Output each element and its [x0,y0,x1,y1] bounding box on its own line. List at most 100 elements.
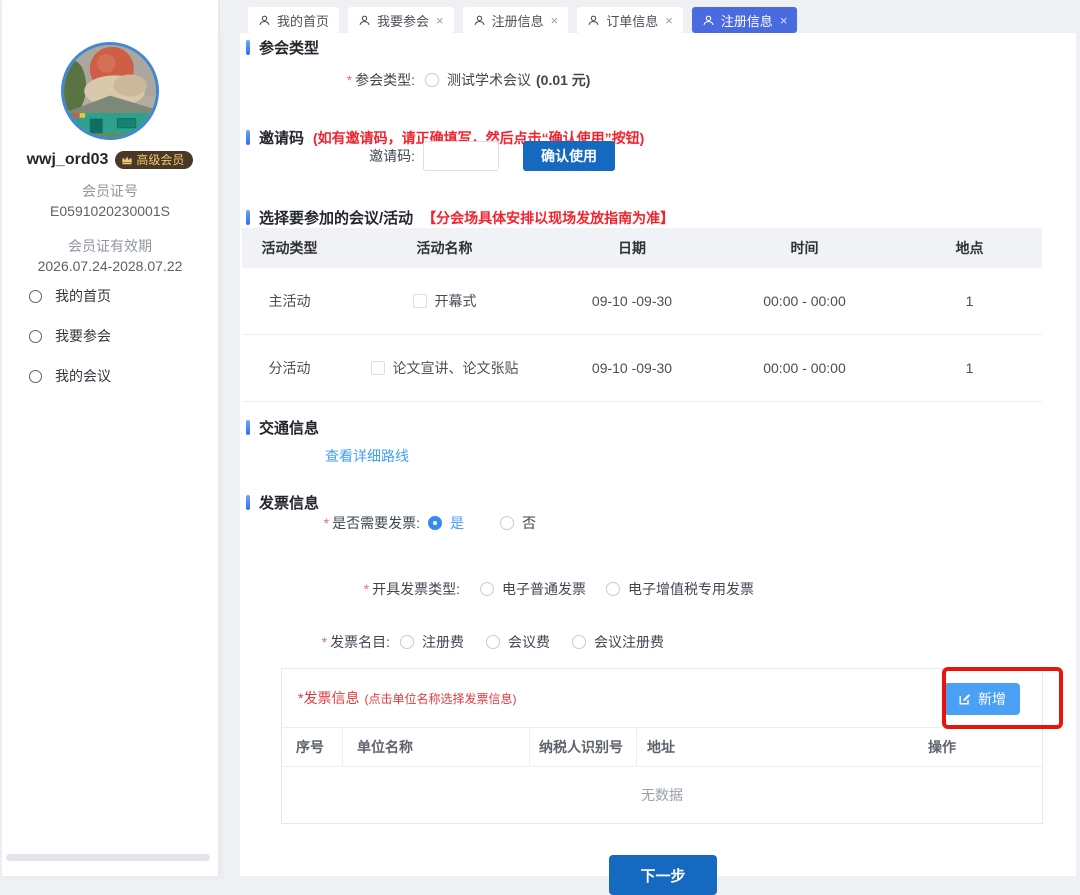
radio-unchecked-icon[interactable] [480,582,494,596]
sidebar-item-label: 我的首页 [55,286,111,306]
tab-label: 注册信息 [721,11,773,30]
person-icon [258,14,271,27]
invoice-name-option-conference-registration-fee[interactable]: 会议注册费 [572,632,664,652]
section-title: 交通信息 [259,417,319,438]
radio-checked-icon[interactable] [428,516,442,530]
table-row: 主活动 开幕式 09-10 -09-30 00:00 - 00:00 1 [242,268,1042,335]
invoice-type-label: 开具发票类型: [372,579,460,599]
invoice-name-row: * 发票名目: 注册费 会议费 会议注册费 [240,632,664,652]
circle-icon [29,290,42,303]
invoice-need-yes-option[interactable]: 是 [428,513,464,533]
cert-validity-label: 会员证有效期 [2,236,218,256]
section-title: 选择要参加的会议/活动 [259,207,413,228]
next-step-button[interactable]: 下一步 [609,855,717,895]
tab-close-icon[interactable]: × [436,13,444,28]
invoice-panel-note: (点击单位名称选择发票信息) [364,690,516,707]
option-label: 否 [522,513,536,533]
section-accent-bar [246,40,250,55]
sidebar-item-label: 我要参会 [55,326,111,346]
activity-name-cell: 开幕式 [337,291,552,311]
add-invoice-button[interactable]: 新增 [944,683,1020,715]
attend-type-option[interactable]: 测试学术会议 (0.01 元) [425,70,590,90]
person-icon [702,14,715,27]
section-accent-bar [246,420,250,435]
sidebar-item-join-conference[interactable]: 我要参会 [2,316,218,356]
option-label: 会议费 [508,632,550,652]
section-title: 发票信息 [259,492,319,513]
invoice-panel-label: 发票信息 [303,688,359,708]
col-header-date: 日期 [552,238,712,258]
invoice-table-header: 序号 单位名称 纳税人识别号 地址 操作 [282,728,1042,767]
cert-number-label: 会员证号 [2,181,218,201]
radio-unchecked-icon[interactable] [486,635,500,649]
section-attend-type: 参会类型 [246,37,319,58]
main-panel: 参会类型 * 参会类型: 测试学术会议 (0.01 元) 邀请码 (如有邀请码，… [240,33,1076,876]
sidebar-menu: 我的首页 我要参会 我的会议 [2,276,218,396]
tab-registration-info-2-active[interactable]: 注册信息 × [692,7,798,33]
tab-order-info[interactable]: 订单信息 × [577,7,683,33]
invite-code-label: 邀请码: [369,146,415,166]
col-header-activity-type: 活动类型 [242,238,337,258]
confirm-use-button[interactable]: 确认使用 [523,141,615,171]
tab-label: 我的首页 [277,11,329,30]
checkbox-unchecked-icon[interactable] [371,361,385,375]
invoice-name-label: 发票名目: [330,632,390,652]
attend-type-label: 参会类型: [355,70,415,90]
required-mark: * [364,581,369,597]
radio-unchecked-icon[interactable] [500,516,514,530]
col-header-time: 时间 [712,238,897,258]
tab-join-conference[interactable]: 我要参会 × [348,7,454,33]
invoice-type-option-vat[interactable]: 电子增值税专用发票 [606,579,754,599]
invoice-type-option-normal[interactable]: 电子普通发票 [480,579,586,599]
col-header-actions: 操作 [842,728,1042,766]
option-label: 电子增值税专用发票 [628,579,754,599]
view-route-link[interactable]: 查看详细路线 [325,446,409,466]
invoice-need-label: 是否需要发票: [332,513,420,533]
invoice-need-no-option[interactable]: 否 [500,513,536,533]
radio-unchecked-icon[interactable] [400,635,414,649]
invoice-need-row: * 是否需要发票: 是 否 [240,513,536,533]
invoice-panel-header: * 发票信息 (点击单位名称选择发票信息) 新增 [282,669,1042,728]
option-label: 是 [450,513,464,533]
attend-type-option-label: 测试学术会议 [447,70,531,90]
circle-icon [29,370,42,383]
activity-time: 00:00 - 00:00 [712,360,897,376]
activities-table-header: 活动类型 活动名称 日期 时间 地点 [242,228,1042,268]
tab-close-icon[interactable]: × [551,13,559,28]
section-accent-bar [246,495,250,510]
crown-icon [121,155,133,165]
member-badge: 高级会员 [115,151,193,169]
member-badge-label: 高级会员 [136,154,184,166]
sidebar-scrollbar-thumb[interactable] [6,854,210,861]
tab-close-icon[interactable]: × [665,13,673,28]
col-header-activity-name: 活动名称 [337,238,552,258]
invite-code-input[interactable] [423,141,499,171]
sidebar-item-my-home[interactable]: 我的首页 [2,276,218,316]
tab-my-home[interactable]: 我的首页 [248,7,339,33]
section-title: 参会类型 [259,37,319,58]
radio-unchecked-icon[interactable] [425,73,439,87]
activity-place: 1 [897,360,1042,376]
invoice-info-panel: * 发票信息 (点击单位名称选择发票信息) 新增 序号 单位名称 纳税人识别号 … [281,668,1043,824]
activity-name-cell: 论文宣讲、论文张贴 [337,358,552,378]
col-header-tax-id: 纳税人识别号 [530,728,637,766]
invoice-name-option-registration-fee[interactable]: 注册费 [400,632,464,652]
col-header-company-name: 单位名称 [343,728,530,766]
invoice-type-row: * 开具发票类型: 电子普通发票 电子增值税专用发票 [240,579,754,599]
activity-name: 论文宣讲、论文张贴 [393,358,519,378]
tab-registration-info-1[interactable]: 注册信息 × [463,7,569,33]
invoice-name-option-conference-fee[interactable]: 会议费 [486,632,550,652]
attend-type-price: (0.01 元) [536,70,590,90]
radio-unchecked-icon[interactable] [606,582,620,596]
activity-date: 09-10 -09-30 [552,360,712,376]
tab-bar: 我的首页 我要参会 × 注册信息 × 订单信息 × 注册信息 × [220,0,1080,33]
radio-unchecked-icon[interactable] [572,635,586,649]
checkbox-unchecked-icon[interactable] [413,294,427,308]
person-icon [358,14,371,27]
activity-name: 开幕式 [435,291,477,311]
invite-code-row: 邀请码: 确认使用 [240,141,615,171]
required-mark: * [347,72,352,88]
col-header-place: 地点 [897,238,1042,258]
sidebar-item-my-conferences[interactable]: 我的会议 [2,356,218,396]
tab-close-icon[interactable]: × [780,13,788,28]
